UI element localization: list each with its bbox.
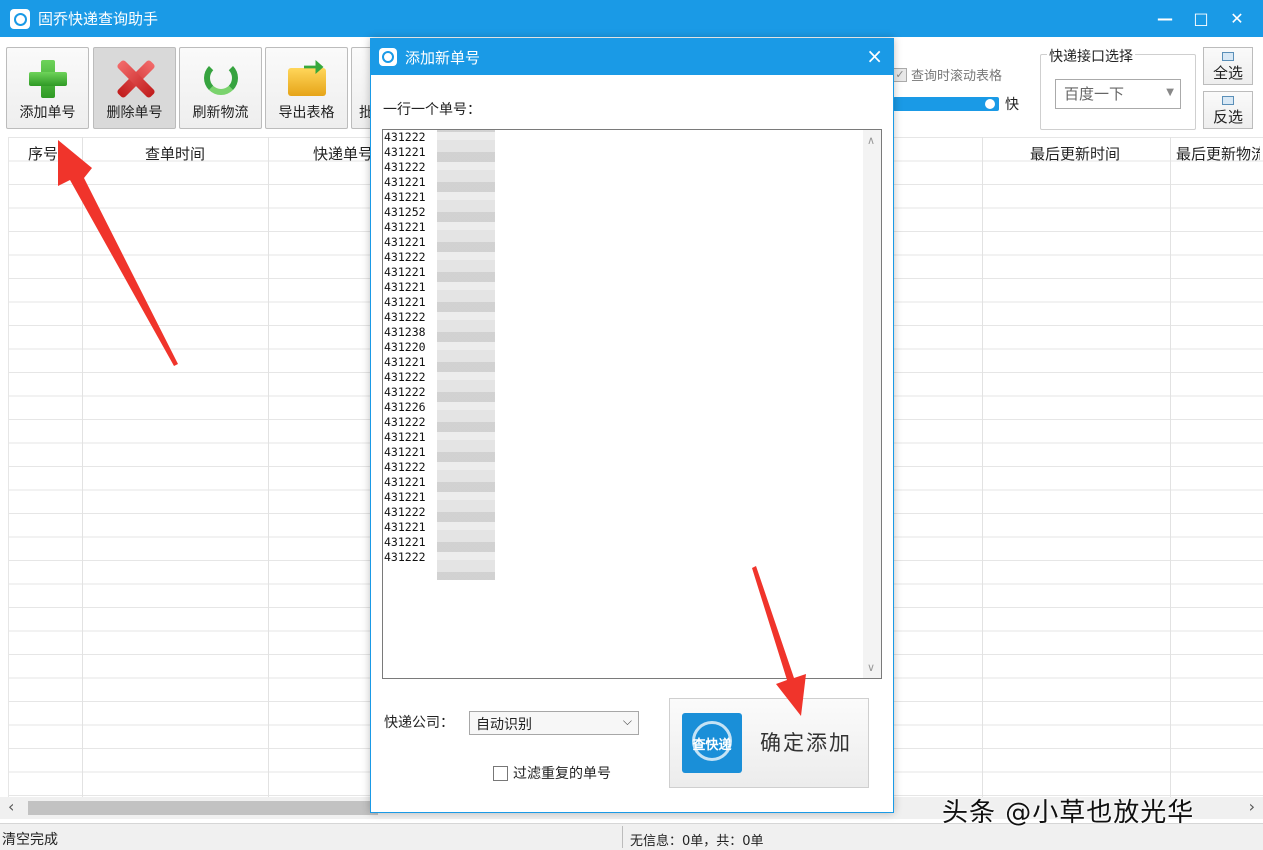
company-label: 快递公司： [384, 715, 454, 731]
watermark: 头条 @小草也放光华 [942, 798, 1195, 828]
window-title: 固乔快递查询助手 [38, 10, 159, 28]
tracking-numbers-textarea[interactable]: 431222 431221 431222 431221 431221 431252 4312… [382, 129, 882, 679]
scroll-down-icon[interactable]: ∨ [867, 661, 875, 674]
textarea-scrollbar[interactable]: ∧ ∨ [863, 130, 881, 678]
checkbox-box[interactable] [493, 765, 508, 781]
scroll-up-icon[interactable]: ∧ [867, 134, 875, 147]
invert-selection-button[interactable]: 反选 [1203, 91, 1253, 129]
export-table-button[interactable]: 导出表格 [265, 47, 348, 129]
col-header-query-time[interactable]: 查单时间 [145, 143, 205, 164]
dialog-hint: 一行一个单号： [383, 102, 481, 118]
scroll-table-checkbox[interactable]: ✓ 查询时滚动表格 [893, 65, 1002, 84]
dialog-close-button[interactable]: × [866, 44, 883, 68]
api-select-group: 快递接口选择 百度一下 ▼ [1040, 46, 1196, 130]
company-select[interactable]: 自动识别 ⌵ [469, 711, 639, 735]
minimize-button[interactable]: — [1147, 9, 1183, 28]
dropdown-arrow-icon: ▼ [1166, 87, 1174, 98]
app-logo-icon [10, 8, 30, 29]
status-counts: 无信息：0单，共：0单 [630, 834, 764, 849]
search-express-icon: 查快递 [682, 713, 742, 773]
redacted-mosaic [437, 130, 495, 580]
scroll-thumb[interactable] [28, 801, 378, 815]
dialog-title-bar: 添加新单号 [371, 39, 893, 75]
title-bar: 固乔快递查询助手 — □ ✕ [0, 0, 1263, 37]
checkmark-icon: ✓ [893, 67, 907, 82]
col-header-last-update-logistics[interactable]: 最后更新物流 [1176, 143, 1260, 164]
export-folder-icon [286, 58, 328, 98]
close-button[interactable]: ✕ [1219, 9, 1255, 28]
col-header-last-update-time[interactable]: 最后更新时间 [1030, 143, 1120, 164]
chevron-down-icon: ⌵ [622, 714, 632, 728]
add-number-dialog: 添加新单号 × 一行一个单号： 431222 431221 431222 431221… [370, 38, 894, 813]
speed-slider[interactable] [893, 97, 999, 111]
refresh-logistics-button[interactable]: 刷新物流 [179, 47, 262, 129]
add-number-button[interactable]: 添加单号 [6, 47, 89, 129]
grid-icon [1222, 96, 1234, 105]
maximize-button[interactable]: □ [1183, 9, 1219, 28]
delete-number-button[interactable]: 删除单号 [93, 47, 176, 129]
refresh-icon [203, 61, 238, 95]
scroll-right-icon[interactable]: › [1249, 797, 1255, 816]
grid-icon [1222, 52, 1234, 61]
delete-x-icon [114, 58, 156, 98]
app-logo-icon [379, 48, 397, 66]
col-header-index[interactable]: 序号 [28, 143, 58, 164]
scroll-left-icon[interactable]: ‹ [8, 797, 14, 816]
confirm-add-button[interactable]: 查快递 确定添加 [669, 698, 869, 788]
select-all-button[interactable]: 全选 [1203, 47, 1253, 85]
slider-handle[interactable] [985, 99, 995, 109]
col-header-tracking-number[interactable]: 快递单号 [313, 143, 373, 164]
status-message: 清空完成 [2, 832, 58, 848]
plus-icon [27, 58, 69, 98]
speed-label: 快 [1005, 97, 1019, 113]
filter-duplicates-checkbox[interactable]: 过滤重复的单号 [493, 763, 611, 783]
api-select[interactable]: 百度一下 ▼ [1055, 79, 1181, 109]
